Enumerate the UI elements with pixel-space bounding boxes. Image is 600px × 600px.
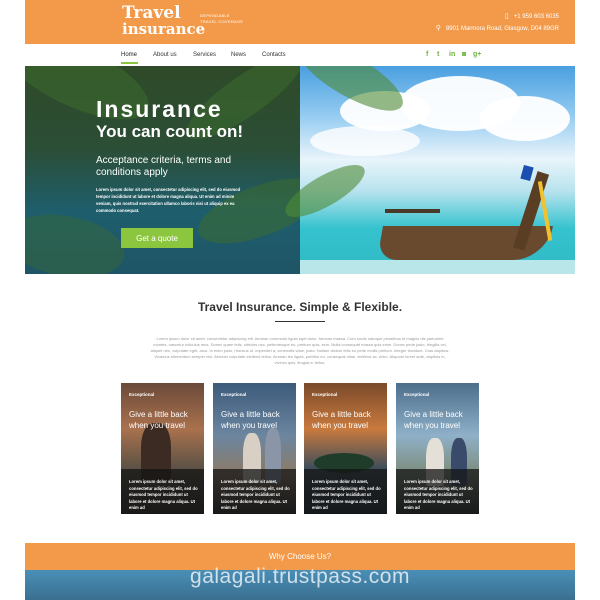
get-quote-button[interactable]: Get a quote <box>121 228 193 248</box>
card-title: Give a little back when you travel <box>404 410 463 430</box>
nav-item-news[interactable]: News <box>231 52 246 58</box>
main-nav: Home About us Services News Contacts f t… <box>25 44 575 66</box>
hero-heading: Acceptance criteria, terms and condition… <box>96 155 232 178</box>
nav-active-indicator <box>121 62 138 64</box>
watermark: galagali.trustpass.com <box>190 565 410 588</box>
card-label: Exceptional <box>312 392 338 397</box>
nav-item-contacts[interactable]: Contacts <box>262 52 286 58</box>
nav-item-services[interactable]: Services <box>193 52 216 58</box>
phone-icon: ▯ <box>504 13 509 20</box>
card-text: Lorem ipsum dolor sit amet, consectetur … <box>129 479 198 510</box>
logo-line-1: Travel <box>122 3 181 23</box>
section-divider <box>275 321 325 322</box>
card-2[interactable]: Exceptional Give a little back when you … <box>213 383 296 514</box>
hero-title: Insurance <box>96 96 223 122</box>
card-label: Exceptional <box>129 392 155 397</box>
logo[interactable]: Travel insurance <box>122 3 206 38</box>
card-title: Give a little back when you travel <box>221 410 280 430</box>
linkedin-icon[interactable]: in <box>449 51 455 58</box>
hero-body-text: Lorem ipsum dolor sit amet, consectetur … <box>96 187 241 213</box>
google-plus-icon[interactable]: g+ <box>473 51 481 58</box>
site-header: Travel insurance DEPENDABLE TRAVEL COVER… <box>25 0 575 44</box>
logo-line-2: insurance <box>122 20 206 38</box>
card-1[interactable]: Exceptional Give a little back when you … <box>121 383 204 514</box>
location-pin-icon: ⚲ <box>435 25 441 32</box>
contact-address: ⚲ 8901 Marmora Road, Glasgow, D04 89GR <box>436 24 559 32</box>
facebook-icon[interactable]: f <box>426 51 428 58</box>
nav-item-home[interactable]: Home <box>121 52 137 58</box>
card-label: Exceptional <box>404 392 430 397</box>
logo-tagline: DEPENDABLE TRAVEL COVERAGE <box>200 13 243 25</box>
card-text: Lorem ipsum dolor sit amet, consectetur … <box>404 479 473 510</box>
card-title: Give a little back when you travel <box>129 410 188 430</box>
card-title: Give a little back when you travel <box>312 410 371 430</box>
logo-tagline-2: TRAVEL COVERAGE <box>200 19 244 24</box>
contact-phone: ▯ +1 959 603 6035 <box>505 12 559 20</box>
hero-boat-image <box>278 66 575 274</box>
nav-item-about[interactable]: About us <box>153 52 177 58</box>
card-label: Exceptional <box>221 392 247 397</box>
section-title: Travel Insurance. Simple & Flexible. <box>197 300 403 314</box>
card-text: Lorem ipsum dolor sit amet, consectetur … <box>221 479 290 510</box>
twitter-icon[interactable]: t <box>437 51 439 58</box>
instagram-icon[interactable]: ◙ <box>462 51 466 58</box>
card-3[interactable]: Exceptional Give a little back when you … <box>304 383 387 514</box>
address-text: 8901 Marmora Road, Glasgow, D04 89GR <box>445 26 559 32</box>
phone-text: +1 959 603 6035 <box>513 14 559 20</box>
hero-subtitle: You can count on! <box>96 122 244 141</box>
section-body-text: Lorem ipsum dolor sit amet, consectetur … <box>150 336 450 365</box>
card-4[interactable]: Exceptional Give a little back when you … <box>396 383 479 514</box>
card-text: Lorem ipsum dolor sit amet, consectetur … <box>312 479 381 510</box>
